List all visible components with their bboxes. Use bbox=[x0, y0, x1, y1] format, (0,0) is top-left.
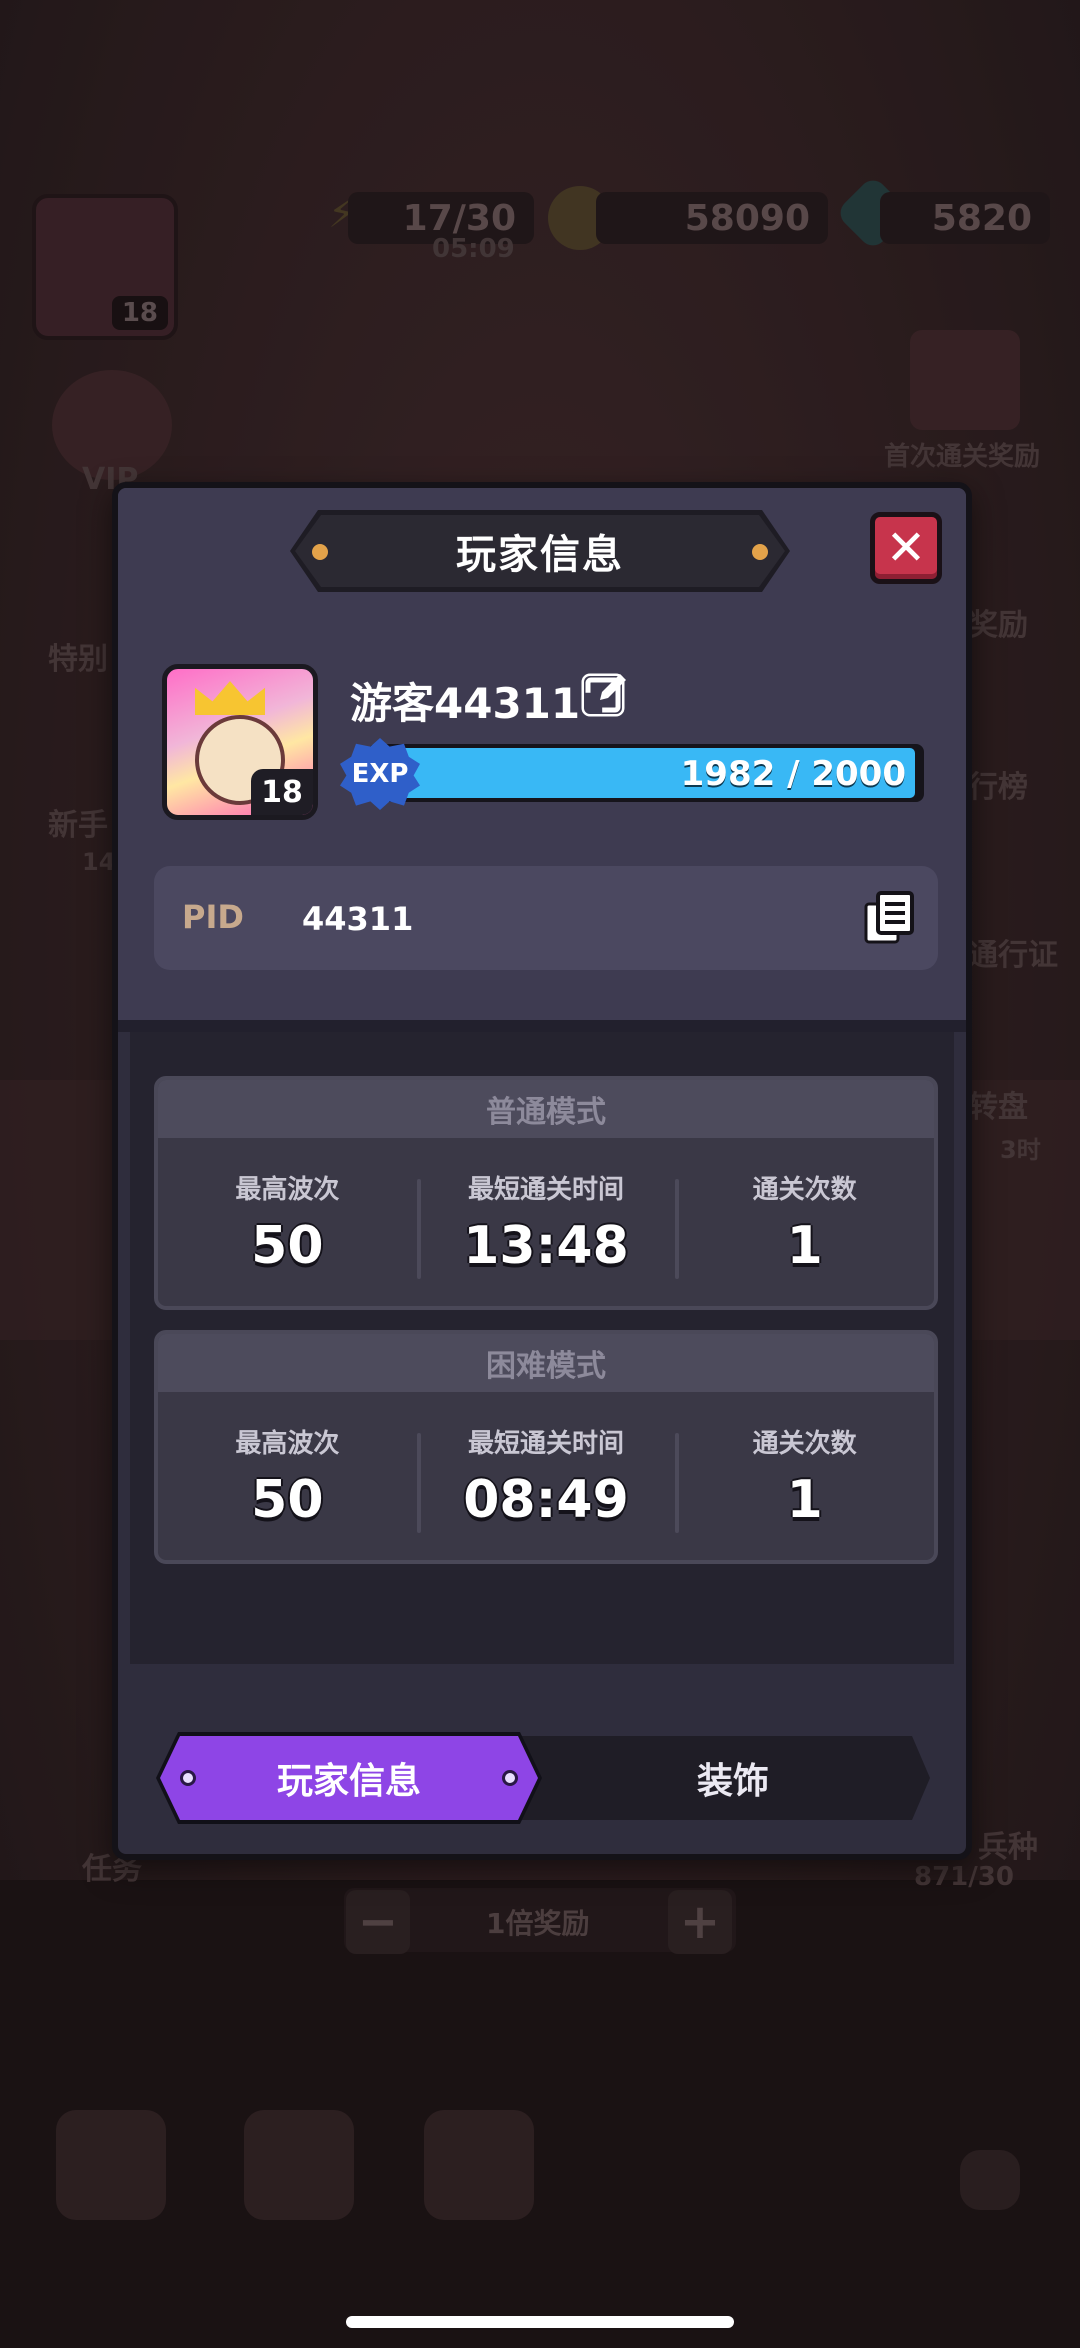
pid-value: 44311 bbox=[302, 900, 414, 938]
copy-icon[interactable] bbox=[862, 890, 916, 946]
stat-value: 50 bbox=[251, 1215, 324, 1276]
tab-right-dot bbox=[502, 1770, 518, 1786]
player-info-dialog: 玩家信息 ✕ 18 游客44311 1982 / 2000 EXP PID 44… bbox=[112, 482, 972, 1860]
mode-title: 普通模式 bbox=[158, 1080, 934, 1138]
exp-text: 1982 / 2000 bbox=[680, 754, 906, 794]
dialog-title: 玩家信息 bbox=[456, 532, 624, 578]
title-left-dot bbox=[312, 544, 328, 560]
stat-value: 50 bbox=[251, 1469, 324, 1530]
close-icon: ✕ bbox=[885, 520, 927, 576]
stat-label: 通关次数 bbox=[752, 1174, 857, 1205]
stat-clear-count: 通关次数 1 bbox=[675, 1169, 934, 1279]
stat-value: 13:48 bbox=[463, 1215, 629, 1276]
edit-name-icon[interactable] bbox=[580, 668, 632, 720]
stat-value: 08:49 bbox=[463, 1469, 629, 1530]
tab-left-dot bbox=[180, 1770, 196, 1786]
stat-clear-count: 通关次数 1 bbox=[675, 1423, 934, 1533]
tab-label: 装饰 bbox=[696, 1761, 769, 1802]
stat-label: 最短通关时间 bbox=[468, 1428, 625, 1459]
stat-highest-wave: 最高波次 50 bbox=[158, 1423, 417, 1530]
crown-icon bbox=[195, 681, 265, 715]
dialog-title-plate: 玩家信息 bbox=[290, 510, 790, 592]
stat-fastest-clear: 最短通关时间 13:48 bbox=[416, 1169, 676, 1279]
stat-value: 1 bbox=[786, 1215, 823, 1276]
stat-highest-wave: 最高波次 50 bbox=[158, 1169, 417, 1276]
tab-label: 玩家信息 bbox=[276, 1761, 421, 1802]
home-indicator[interactable] bbox=[346, 2316, 734, 2328]
mode-title: 困难模式 bbox=[158, 1334, 934, 1392]
pid-row: PID 44311 bbox=[154, 866, 938, 970]
player-name: 游客44311 bbox=[350, 679, 581, 728]
stat-value: 1 bbox=[786, 1469, 823, 1530]
player-avatar[interactable]: 18 bbox=[162, 664, 318, 820]
hard-mode-card: 困难模式 最高波次 50 最短通关时间 08:49 通关次数 1 bbox=[154, 1330, 938, 1564]
player-level-badge: 18 bbox=[251, 769, 313, 815]
stat-label: 最高波次 bbox=[235, 1428, 340, 1459]
title-right-dot bbox=[752, 544, 768, 560]
exp-label: EXP bbox=[351, 759, 409, 789]
dialog-divider bbox=[118, 1020, 966, 1032]
stat-label: 通关次数 bbox=[752, 1428, 857, 1459]
tab-decoration[interactable]: 装饰 bbox=[548, 1744, 918, 1812]
stat-label: 最高波次 bbox=[235, 1174, 340, 1205]
close-button[interactable]: ✕ bbox=[870, 512, 942, 584]
stat-fastest-clear: 最短通关时间 08:49 bbox=[416, 1423, 676, 1533]
pid-label: PID bbox=[182, 898, 244, 936]
stat-label: 最短通关时间 bbox=[468, 1174, 625, 1205]
exp-progress-bar: 1982 / 2000 bbox=[368, 744, 924, 802]
tab-player-info[interactable]: 玩家信息 bbox=[156, 1732, 542, 1824]
normal-mode-card: 普通模式 最高波次 50 最短通关时间 13:48 通关次数 1 bbox=[154, 1076, 938, 1310]
